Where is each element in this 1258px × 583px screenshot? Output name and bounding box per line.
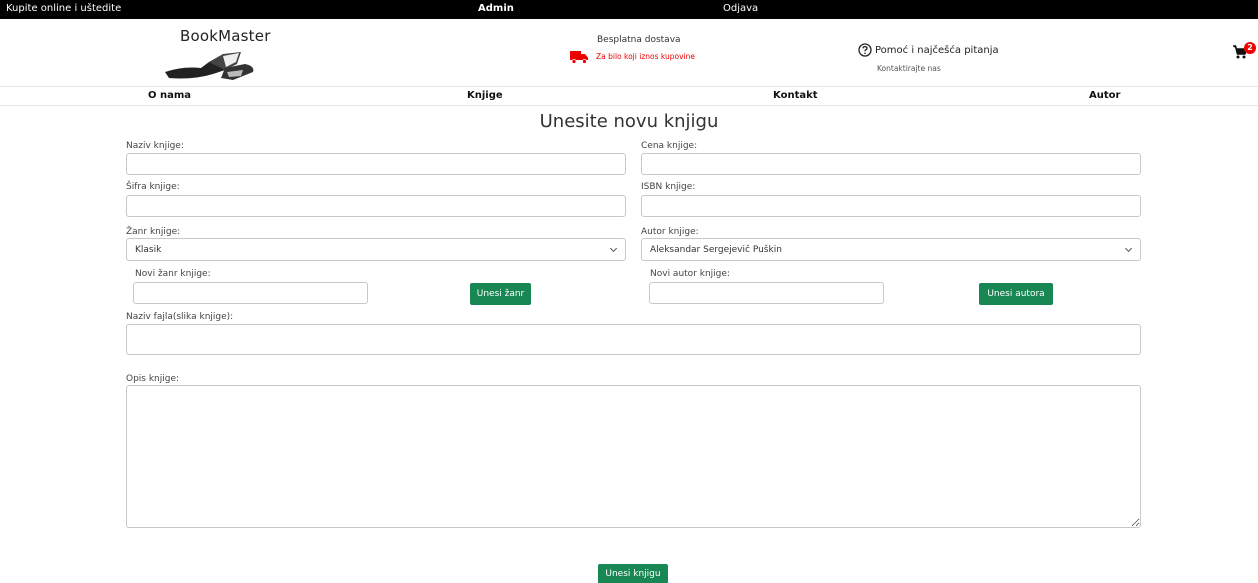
- book-code-label: Šifra knjige:: [126, 182, 180, 192]
- top-bar: Kupite online i uštedite Admin Odjava: [0, 0, 1258, 19]
- description-label: Opis knjige:: [126, 374, 180, 384]
- submit-book-button[interactable]: Unesi knjigu: [598, 564, 668, 583]
- book-price-input[interactable]: [641, 153, 1141, 175]
- new-genre-label: Novi žanr knjige:: [135, 269, 211, 279]
- book-isbn-label: ISBN knjige:: [641, 182, 696, 192]
- book-author-label: Autor knjige:: [641, 227, 699, 237]
- chevron-down-icon: [609, 244, 618, 253]
- chevron-down-icon: [1124, 244, 1133, 253]
- genre-selected-value: Klasik: [135, 245, 162, 255]
- new-genre-input[interactable]: [133, 282, 368, 304]
- contact-link[interactable]: Kontaktirajte nas: [877, 64, 941, 73]
- shipping-subtitle: Za bilo koji iznos kupovine: [596, 52, 695, 61]
- logout-link[interactable]: Odjava: [723, 3, 758, 14]
- slogan-text: Kupite online i uštedite: [6, 3, 122, 14]
- author-selected-value: Aleksandar Sergejevič Puškin: [650, 245, 782, 255]
- new-author-input[interactable]: [649, 282, 884, 304]
- shipping-title: Besplatna dostava: [597, 35, 681, 45]
- book-isbn-input[interactable]: [641, 195, 1141, 217]
- book-name-input[interactable]: [126, 153, 626, 175]
- file-name-input[interactable]: [126, 324, 1141, 355]
- logo-text[interactable]: BookMaster: [180, 27, 271, 45]
- help-title[interactable]: Pomoć i najčešća pitanja: [875, 45, 999, 56]
- add-genre-button[interactable]: Unesi žanr: [470, 283, 531, 305]
- add-author-button[interactable]: Unesi autora: [979, 283, 1053, 305]
- admin-link[interactable]: Admin: [478, 3, 514, 14]
- nav-item-books[interactable]: Knjige: [467, 90, 503, 101]
- page-title: Unesite novu knjigu: [539, 111, 719, 132]
- question-circle-icon: [858, 43, 872, 57]
- file-name-label: Naziv fajla(slika knjige):: [126, 312, 234, 322]
- cart-count-badge: 2: [1244, 42, 1256, 54]
- book-code-input[interactable]: [126, 195, 626, 217]
- nav-item-author[interactable]: Autor: [1089, 90, 1120, 101]
- book-genre-label: Žanr knjige:: [126, 227, 181, 237]
- logo-book-hands-icon[interactable]: [163, 50, 257, 84]
- book-name-label: Naziv knjige:: [126, 141, 184, 151]
- new-author-label: Novi autor knjige:: [650, 269, 730, 279]
- main-nav: O nama Knjige Kontakt Autor: [0, 86, 1258, 106]
- nav-item-about[interactable]: O nama: [148, 90, 191, 101]
- nav-item-contact[interactable]: Kontakt: [773, 90, 818, 101]
- author-select[interactable]: Aleksandar Sergejevič Puškin: [641, 238, 1141, 261]
- book-price-label: Cena knjige:: [641, 141, 698, 151]
- description-textarea[interactable]: [126, 385, 1141, 528]
- truck-icon: [570, 51, 588, 64]
- genre-select[interactable]: Klasik: [126, 238, 626, 261]
